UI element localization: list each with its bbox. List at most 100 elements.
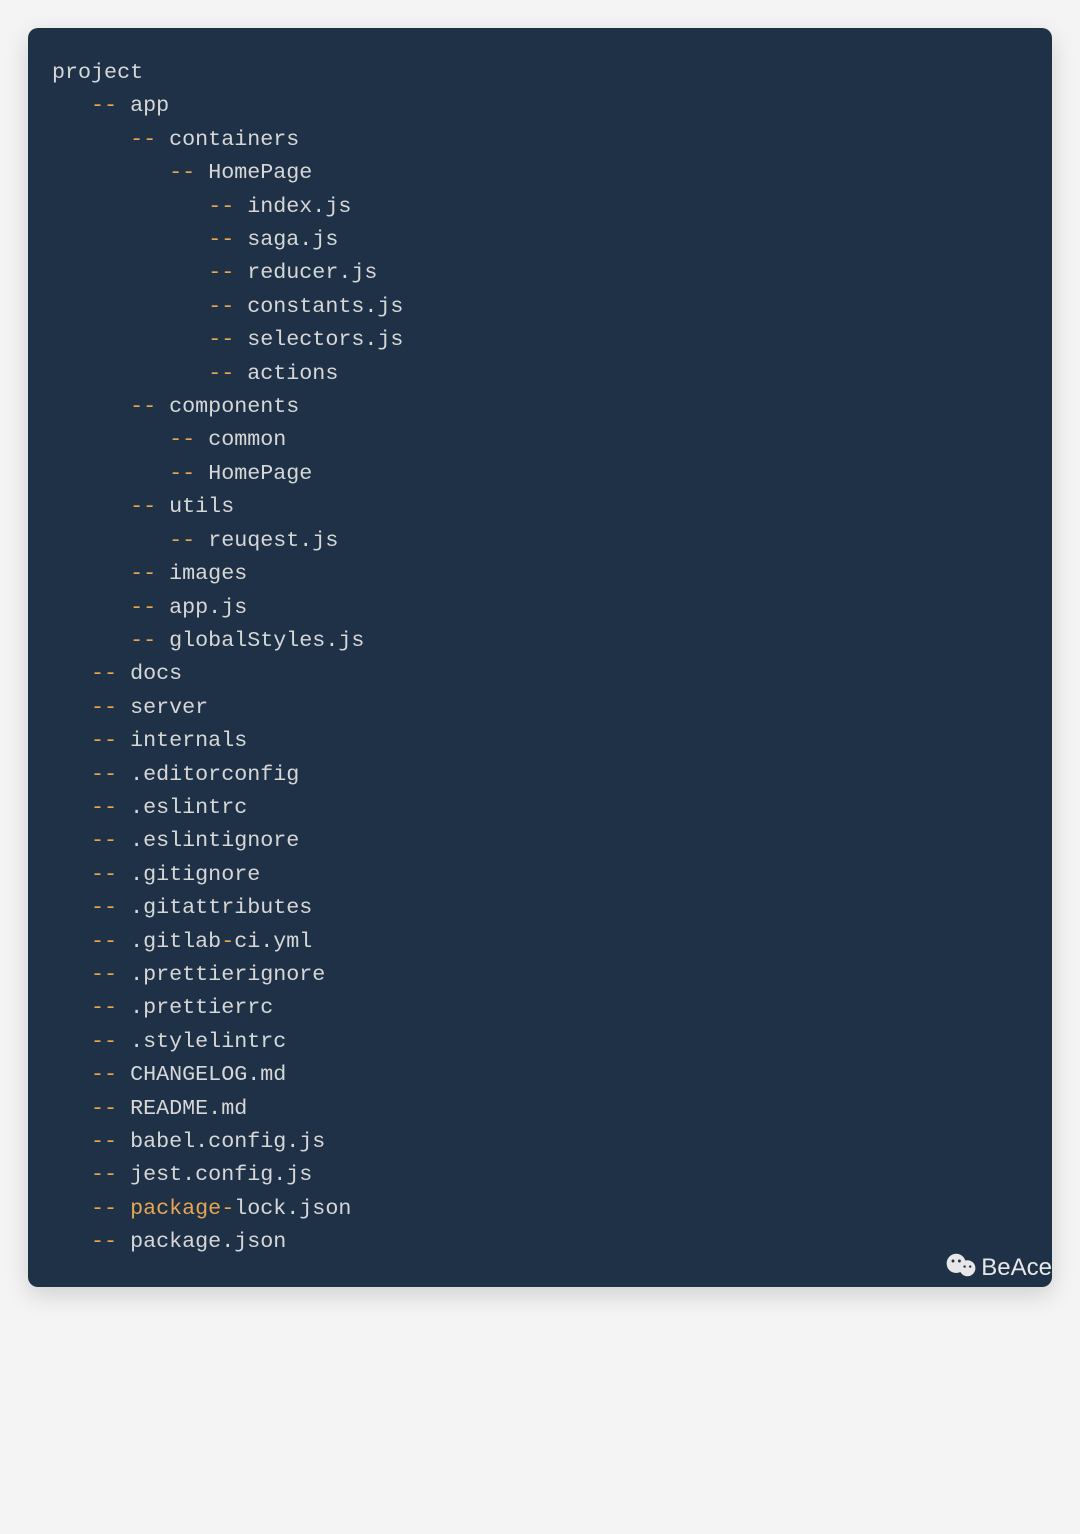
tree-line: -- .prettierignore: [52, 958, 1028, 991]
tree-segment: components: [169, 394, 299, 419]
tree-line: -- utils: [52, 490, 1028, 523]
tree-line: -- babel.config.js: [52, 1125, 1028, 1158]
tree-line: -- selectors.js: [52, 323, 1028, 356]
dash-icon: --: [91, 762, 117, 787]
tree-segment: actions: [247, 361, 338, 386]
dash-icon: --: [91, 929, 117, 954]
tree-line: -- reuqest.js: [52, 524, 1028, 557]
tree-segment: jest.config.js: [130, 1162, 312, 1187]
dash-icon: --: [130, 127, 156, 152]
tree-line: -- server: [52, 691, 1028, 724]
tree-segment: constants.js: [247, 294, 403, 319]
code-block-card: project -- app -- containers -- HomePage…: [28, 28, 1052, 1287]
tree-segment: globalStyles.js: [169, 628, 364, 653]
tree-line: -- .stylelintrc: [52, 1025, 1028, 1058]
tree-segment: .json: [221, 1229, 286, 1254]
dash-icon: --: [169, 528, 195, 553]
dash-icon: --: [91, 828, 117, 853]
tree-line: -- index.js: [52, 190, 1028, 223]
dash-icon: --: [130, 628, 156, 653]
tree-line: -- .prettierrc: [52, 991, 1028, 1024]
tree-line: -- internals: [52, 724, 1028, 757]
tree-segment: docs: [130, 661, 182, 686]
tree-segment: ci.yml: [234, 929, 312, 954]
tree-segment: -: [221, 929, 234, 954]
tree-line: -- components: [52, 390, 1028, 423]
dash-icon: --: [91, 895, 117, 920]
tree-line: -- images: [52, 557, 1028, 590]
tree-segment: utils: [169, 494, 234, 519]
tree-line: -- package-lock.json: [52, 1192, 1028, 1225]
tree-segment: package: [130, 1229, 221, 1254]
dash-icon: --: [91, 1196, 117, 1221]
tree-segment: .prettierignore: [130, 962, 325, 987]
tree-line: -- globalStyles.js: [52, 624, 1028, 657]
dash-icon: --: [91, 1162, 117, 1187]
tree-segment: .stylelintrc: [130, 1029, 286, 1054]
tree-line: -- reducer.js: [52, 256, 1028, 289]
file-tree: project -- app -- containers -- HomePage…: [52, 56, 1028, 1259]
tree-line: -- common: [52, 423, 1028, 456]
tree-line: -- saga.js: [52, 223, 1028, 256]
tree-segment: HomePage: [208, 160, 312, 185]
dash-icon: --: [208, 294, 234, 319]
tree-line: -- HomePage: [52, 457, 1028, 490]
tree-line: -- jest.config.js: [52, 1158, 1028, 1191]
tree-segment: selectors.js: [247, 327, 403, 352]
tree-line: -- containers: [52, 123, 1028, 156]
tree-segment: README.md: [130, 1096, 247, 1121]
tree-line: -- app: [52, 89, 1028, 122]
tree-segment: .gitlab: [130, 929, 221, 954]
dash-icon: --: [208, 260, 234, 285]
dash-icon: --: [91, 1029, 117, 1054]
tree-line: -- .editorconfig: [52, 758, 1028, 791]
dash-icon: --: [91, 862, 117, 887]
dash-icon: --: [208, 227, 234, 252]
dash-icon: --: [91, 728, 117, 753]
dash-icon: --: [91, 1062, 117, 1087]
tree-segment: reducer.js: [247, 260, 377, 285]
tree-segment: saga.js: [247, 227, 338, 252]
tree-segment: images: [169, 561, 247, 586]
watermark-text: BeAce: [981, 1254, 1052, 1282]
tree-segment: common: [208, 427, 286, 452]
tree-segment: app: [130, 93, 169, 118]
tree-line: -- .gitattributes: [52, 891, 1028, 924]
dash-icon: --: [91, 661, 117, 686]
tree-line: -- docs: [52, 657, 1028, 690]
dash-icon: --: [208, 194, 234, 219]
wechat-icon: [945, 1252, 977, 1285]
tree-segment: internals: [130, 728, 247, 753]
tree-segment: .eslintrc: [130, 795, 247, 820]
dash-icon: --: [169, 160, 195, 185]
tree-line: -- HomePage: [52, 156, 1028, 189]
tree-line: project: [52, 56, 1028, 89]
tree-segment: project: [52, 60, 143, 85]
tree-line: -- .eslintrc: [52, 791, 1028, 824]
tree-segment: reuqest.js: [208, 528, 338, 553]
dash-icon: --: [208, 327, 234, 352]
tree-segment: server: [130, 695, 208, 720]
tree-segment: .prettierrc: [130, 995, 273, 1020]
dash-icon: --: [91, 1129, 117, 1154]
tree-segment: .eslintignore: [130, 828, 299, 853]
tree-line: -- CHANGELOG.md: [52, 1058, 1028, 1091]
tree-line: -- .gitignore: [52, 858, 1028, 891]
tree-line: -- constants.js: [52, 290, 1028, 323]
tree-line: -- README.md: [52, 1092, 1028, 1125]
tree-segment: -: [221, 1196, 234, 1221]
tree-segment: package: [130, 1196, 221, 1221]
dash-icon: --: [130, 595, 156, 620]
dash-icon: --: [169, 461, 195, 486]
tree-segment: CHANGELOG.md: [130, 1062, 286, 1087]
dash-icon: --: [130, 561, 156, 586]
tree-segment: index.js: [247, 194, 351, 219]
tree-segment: containers: [169, 127, 299, 152]
dash-icon: --: [91, 1096, 117, 1121]
tree-segment: .editorconfig: [130, 762, 299, 787]
dash-icon: --: [91, 695, 117, 720]
tree-line: -- package.json: [52, 1225, 1028, 1258]
dash-icon: --: [91, 1229, 117, 1254]
tree-line: -- app.js: [52, 591, 1028, 624]
dash-icon: --: [169, 427, 195, 452]
